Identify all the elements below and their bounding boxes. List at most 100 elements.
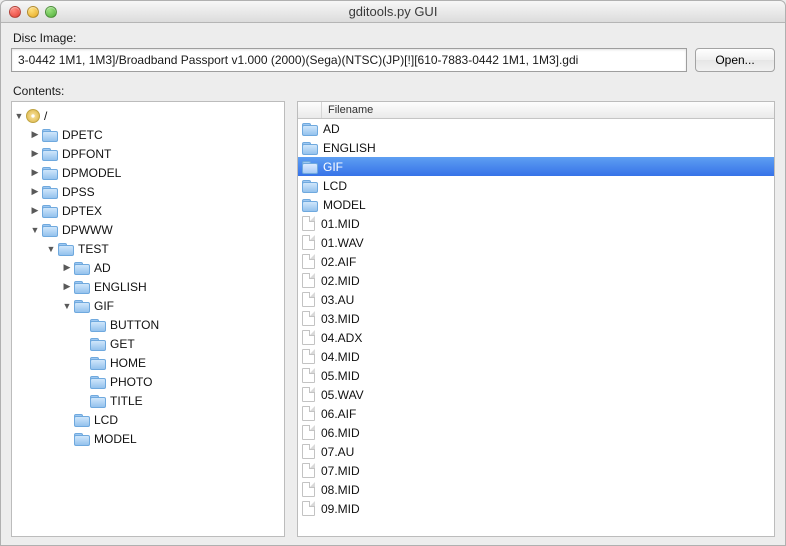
list-row[interactable]: 05.MID — [298, 366, 774, 385]
tree-item-label: GIF — [94, 299, 114, 313]
folder-icon — [302, 198, 318, 211]
tree-item[interactable]: ▼ GIF — [62, 296, 284, 315]
list-row[interactable]: ENGLISH — [298, 138, 774, 157]
row-label: MODEL — [323, 198, 366, 212]
file-icon — [302, 406, 315, 421]
row-label: GIF — [323, 160, 343, 174]
disclosure-right-icon[interactable]: ▶ — [62, 263, 72, 273]
file-icon — [302, 273, 315, 288]
folder-icon — [90, 375, 106, 388]
disclosure-right-icon[interactable]: ▶ — [30, 187, 40, 197]
tree-item[interactable]: ▶LCD — [62, 410, 284, 429]
list-row[interactable]: 03.MID — [298, 309, 774, 328]
tree-item[interactable]: ▶GET — [78, 334, 284, 353]
disclosure-right-icon[interactable]: ▶ — [30, 168, 40, 178]
row-label: 07.MID — [321, 464, 360, 478]
tree-item-label: DPSS — [62, 185, 95, 199]
list-row[interactable]: 02.AIF — [298, 252, 774, 271]
tree-item[interactable]: ▶TITLE — [78, 391, 284, 410]
file-icon — [302, 254, 315, 269]
tree-item[interactable]: ▼/ — [14, 106, 284, 125]
folder-icon — [42, 147, 58, 160]
tree-item[interactable]: ▶BUTTON — [78, 315, 284, 334]
file-icon — [302, 387, 315, 402]
row-label: AD — [323, 122, 340, 136]
list-row[interactable]: 06.MID — [298, 423, 774, 442]
titlebar[interactable]: gditools.py GUI — [1, 1, 785, 23]
row-label: 04.MID — [321, 350, 360, 364]
list-row[interactable]: 04.ADX — [298, 328, 774, 347]
tree-item[interactable]: ▶ DPFONT — [30, 144, 284, 163]
tree-item[interactable]: ▶AD — [62, 258, 284, 277]
folder-icon — [90, 337, 106, 350]
list-row[interactable]: 05.WAV — [298, 385, 774, 404]
list-row[interactable]: 03.AU — [298, 290, 774, 309]
minimize-icon[interactable] — [27, 6, 39, 18]
row-label: 01.MID — [321, 217, 360, 231]
list-row[interactable]: 02.MID — [298, 271, 774, 290]
disclosure-down-icon[interactable]: ▼ — [30, 225, 40, 235]
disclosure-right-icon[interactable]: ▶ — [62, 282, 72, 292]
tree-item-label: DPTEX — [62, 204, 102, 218]
file-list[interactable]: Filename AD ENGLISH GIF LCD MODEL 01.MID 01.WA… — [297, 101, 775, 537]
window-title: gditools.py GUI — [1, 4, 785, 19]
file-icon — [302, 349, 315, 364]
tree-item[interactable]: ▶MODEL — [62, 429, 284, 448]
folder-icon — [58, 242, 74, 255]
row-label: 05.WAV — [321, 388, 364, 402]
disclosure-right-icon[interactable]: ▶ — [30, 206, 40, 216]
list-row[interactable]: 09.MID — [298, 499, 774, 518]
tree-item[interactable]: ▶PHOTO — [78, 372, 284, 391]
folder-icon — [302, 160, 318, 173]
row-label: 02.AIF — [321, 255, 356, 269]
filename-column[interactable]: Filename — [322, 104, 373, 116]
list-row[interactable]: 01.WAV — [298, 233, 774, 252]
tree-item[interactable]: ▶HOME — [78, 353, 284, 372]
disclosure-right-icon[interactable]: ▶ — [30, 149, 40, 159]
disclosure-down-icon[interactable]: ▼ — [46, 244, 56, 254]
tree-item-label: GET — [110, 337, 135, 351]
open-button[interactable]: Open... — [695, 48, 775, 72]
file-icon — [302, 444, 315, 459]
row-label: 06.AIF — [321, 407, 356, 421]
list-row[interactable]: LCD — [298, 176, 774, 195]
tree-item[interactable]: ▼DPWWW — [30, 220, 284, 239]
tree-item[interactable]: ▶ DPTEX — [30, 201, 284, 220]
tree-item[interactable]: ▼TEST — [46, 239, 284, 258]
row-label: 03.AU — [321, 293, 354, 307]
list-row[interactable]: 07.AU — [298, 442, 774, 461]
file-icon — [302, 216, 315, 231]
folder-icon — [74, 299, 90, 312]
tree-view[interactable]: ▼/▶DPETC▶DPFONT▶DPMODEL▶DPSS▶DPTEX▼DPWWW… — [11, 101, 285, 537]
disc-image-label: Disc Image: — [13, 31, 775, 45]
row-label: LCD — [323, 179, 347, 193]
disclosure-down-icon[interactable]: ▼ — [62, 301, 72, 311]
list-row[interactable]: 08.MID — [298, 480, 774, 499]
list-row[interactable]: 06.AIF — [298, 404, 774, 423]
list-row[interactable]: MODEL — [298, 195, 774, 214]
list-header[interactable]: Filename — [298, 102, 774, 119]
tree-item[interactable]: ▶ DPMODEL — [30, 163, 284, 182]
close-icon[interactable] — [9, 6, 21, 18]
tree-item[interactable]: ▶ENGLISH — [62, 277, 284, 296]
tree-item-label: MODEL — [94, 432, 137, 446]
disclosure-right-icon[interactable]: ▶ — [30, 130, 40, 140]
list-row[interactable]: GIF — [298, 157, 774, 176]
tree-item-label: DPMODEL — [62, 166, 121, 180]
tree-item[interactable]: ▶DPETC — [30, 125, 284, 144]
list-row[interactable]: 01.MID — [298, 214, 774, 233]
list-row[interactable]: 07.MID — [298, 461, 774, 480]
list-row[interactable]: AD — [298, 119, 774, 138]
zoom-icon[interactable] — [45, 6, 57, 18]
list-row[interactable]: 04.MID — [298, 347, 774, 366]
list-body[interactable]: AD ENGLISH GIF LCD MODEL 01.MID 01.WAV 02.AIF 02… — [298, 119, 774, 536]
tree-item[interactable]: ▶ DPSS — [30, 182, 284, 201]
folder-icon — [42, 223, 58, 236]
disc-image-path[interactable]: 3-0442 1M1, 1M3]/Broadband Passport v1.0… — [11, 48, 687, 72]
folder-icon — [90, 356, 106, 369]
disc-icon — [26, 109, 40, 123]
disclosure-down-icon[interactable]: ▼ — [14, 111, 24, 121]
folder-icon — [74, 413, 90, 426]
row-label: 08.MID — [321, 483, 360, 497]
tree-item-label: DPFONT — [62, 147, 111, 161]
